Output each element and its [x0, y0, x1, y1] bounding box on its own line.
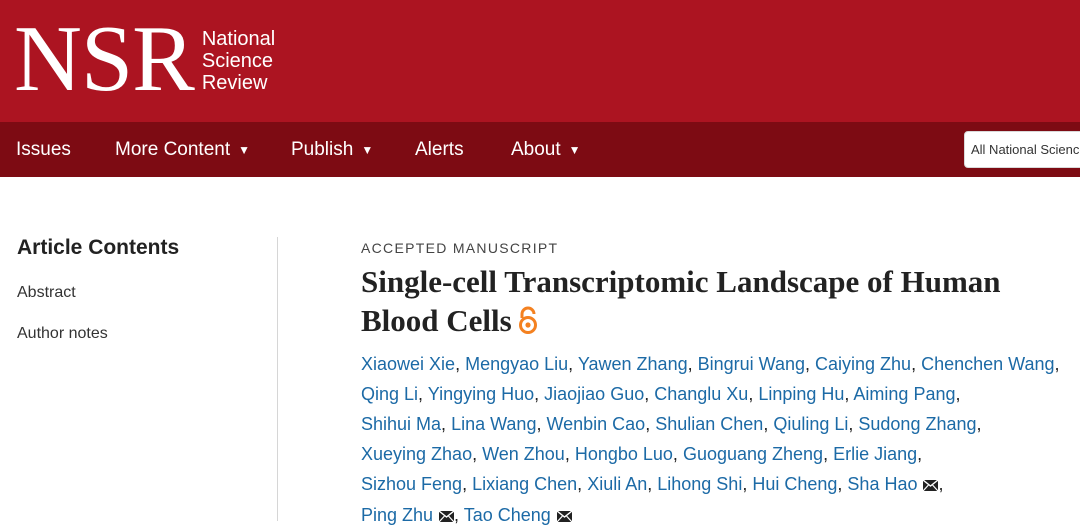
- author-link[interactable]: Sizhou Feng: [361, 474, 462, 494]
- author-list: Xiaowei Xie, Mengyao Liu, Yawen Zhang, B…: [361, 349, 1061, 531]
- chevron-down-icon: ▼: [361, 142, 374, 157]
- nsr-logo[interactable]: NSR National Science Review: [14, 8, 275, 108]
- article-title-text: Single-cell Transcriptomic Landscape of …: [361, 264, 1001, 338]
- author-link[interactable]: Hui Cheng: [752, 474, 837, 494]
- author-link[interactable]: Wen Zhou: [482, 444, 565, 464]
- nav-about[interactable]: About ▼: [511, 122, 581, 177]
- article-type-label: ACCEPTED MANUSCRIPT: [361, 240, 559, 256]
- search-scope-value: All National Science Review: [971, 142, 1080, 157]
- nav-issues-label: Issues: [16, 138, 71, 160]
- author-link[interactable]: Sudong Zhang: [858, 414, 976, 434]
- author-link[interactable]: Ping Zhu: [361, 505, 433, 525]
- nav-about-label: About: [511, 138, 561, 160]
- author-link[interactable]: Sha Hao: [847, 474, 917, 494]
- author-link[interactable]: Mengyao Liu: [465, 354, 568, 374]
- author-link[interactable]: Jiaojiao Guo: [544, 384, 644, 404]
- author-link[interactable]: Shihui Ma: [361, 414, 441, 434]
- author-link[interactable]: Aiming Pang: [853, 384, 955, 404]
- email-icon[interactable]: [923, 470, 939, 500]
- author-link[interactable]: Guoguang Zheng: [683, 444, 823, 464]
- author-link[interactable]: Lixiang Chen: [472, 474, 577, 494]
- sidebar-link-author-notes[interactable]: Author notes: [17, 325, 257, 343]
- author-link[interactable]: Tao Cheng: [464, 505, 551, 525]
- author-link[interactable]: Yawen Zhang: [578, 354, 688, 374]
- nav-publish[interactable]: Publish ▼: [291, 122, 373, 177]
- nav-alerts-label: Alerts: [415, 138, 464, 160]
- author-link[interactable]: Chenchen Wang: [921, 354, 1054, 374]
- logo-line-review: Review: [201, 72, 268, 94]
- author-link[interactable]: Xiuli An: [587, 474, 647, 494]
- nav-issues[interactable]: Issues: [16, 122, 71, 177]
- author-link[interactable]: Changlu Xu: [654, 384, 748, 404]
- logo-line-science: Science: [201, 50, 274, 72]
- main-nav: Issues More Content ▼ Publish ▼ Alerts A…: [0, 122, 1080, 177]
- article-header: ACCEPTED MANUSCRIPT Single-cell Transcri…: [361, 240, 1061, 531]
- open-access-icon: [518, 304, 538, 343]
- author-link[interactable]: Lihong Shi: [657, 474, 742, 494]
- author-link[interactable]: Erlie Jiang: [833, 444, 917, 464]
- author-link[interactable]: Hongbo Luo: [575, 444, 673, 464]
- logo-journal-name: National Science Review: [202, 28, 275, 94]
- email-icon[interactable]: [438, 501, 455, 531]
- author-link[interactable]: Bingrui Wang: [698, 354, 805, 374]
- nav-more-content-label: More Content: [115, 138, 231, 160]
- author-link[interactable]: Shulian Chen: [655, 414, 763, 434]
- search-scope-select[interactable]: All National Science Review: [964, 131, 1080, 168]
- author-link[interactable]: Wenbin Cao: [546, 414, 645, 434]
- site-header: NSR National Science Review: [0, 0, 1080, 122]
- nav-publish-label: Publish: [291, 138, 354, 160]
- sidebar-divider: [277, 237, 278, 521]
- author-link[interactable]: Xiaowei Xie: [361, 354, 455, 374]
- sidebar-link-abstract[interactable]: Abstract: [17, 284, 257, 302]
- author-link[interactable]: Qiuling Li: [773, 414, 848, 434]
- author-link[interactable]: Linping Hu: [758, 384, 844, 404]
- email-icon[interactable]: [556, 501, 573, 531]
- logo-mark: NSR: [14, 7, 195, 111]
- article-title: Single-cell Transcriptomic Landscape of …: [361, 262, 1061, 343]
- nav-more-content[interactable]: More Content ▼: [115, 122, 250, 177]
- author-link[interactable]: Yingying Huo: [428, 384, 534, 404]
- author-link[interactable]: Qing Li: [361, 384, 418, 404]
- author-link[interactable]: Caiying Zhu: [815, 354, 911, 374]
- chevron-down-icon: ▼: [238, 142, 251, 157]
- author-link[interactable]: Xueying Zhao: [361, 444, 472, 464]
- nav-alerts[interactable]: Alerts: [415, 122, 464, 177]
- article-contents-sidebar: Article Contents Abstract Author notes: [17, 236, 257, 366]
- logo-line-national: National: [201, 28, 276, 50]
- sidebar-title: Article Contents: [17, 236, 180, 259]
- author-link[interactable]: Lina Wang: [451, 414, 536, 434]
- chevron-down-icon: ▼: [568, 142, 581, 157]
